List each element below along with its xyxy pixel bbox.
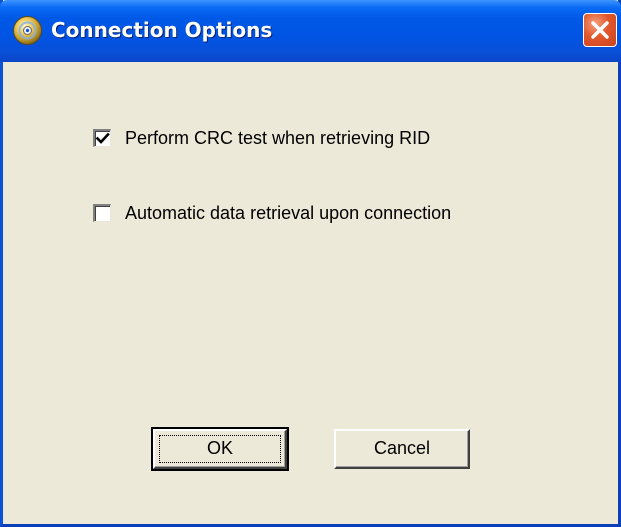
close-button[interactable] xyxy=(583,13,617,47)
checkmark-icon xyxy=(95,132,110,144)
auto-retrieval-checkbox[interactable] xyxy=(93,204,111,222)
cancel-button-label: Cancel xyxy=(373,438,431,458)
auto-retrieval-option[interactable]: Automatic data retrieval upon connection xyxy=(93,202,513,224)
ok-button[interactable]: OK xyxy=(151,427,289,471)
crc-test-option[interactable]: Perform CRC test when retrieving RID xyxy=(93,127,493,149)
ok-button-label: OK xyxy=(206,438,233,458)
cancel-button[interactable]: Cancel xyxy=(334,429,470,469)
window-title: Connection Options xyxy=(51,18,273,42)
title-bar[interactable]: Connection Options xyxy=(0,0,621,62)
auto-retrieval-label[interactable]: Automatic data retrieval upon connection xyxy=(125,202,451,224)
crc-test-checkbox[interactable] xyxy=(93,129,111,147)
crc-test-label[interactable]: Perform CRC test when retrieving RID xyxy=(125,127,430,149)
cd-disc-icon xyxy=(12,15,43,46)
connection-options-dialog: Connection Options Perform CRC test when… xyxy=(0,0,621,527)
